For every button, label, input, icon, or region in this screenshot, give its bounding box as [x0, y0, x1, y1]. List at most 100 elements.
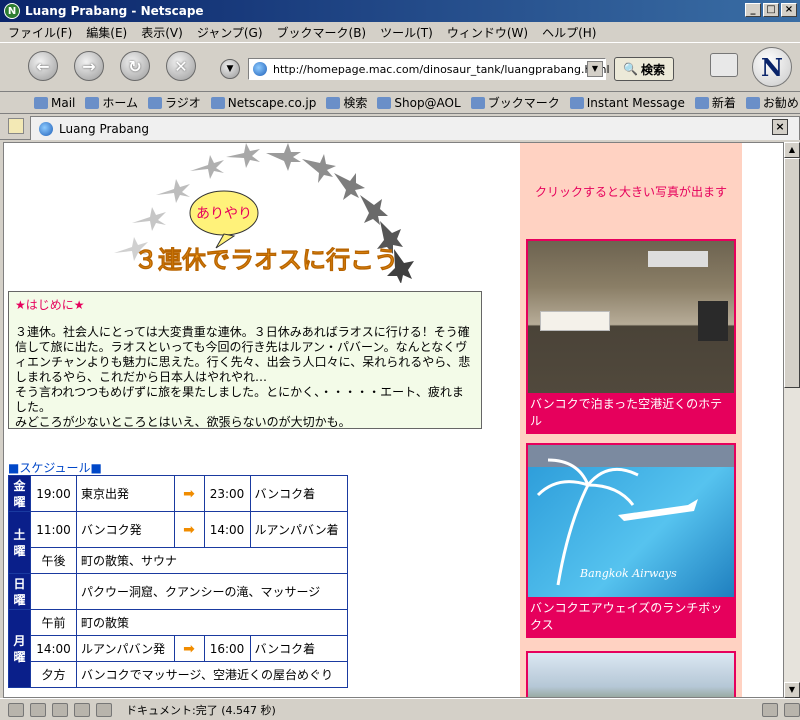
- pt-mail[interactable]: Mail: [34, 96, 75, 110]
- search-icon: [326, 96, 341, 109]
- photo-third[interactable]: [526, 651, 736, 697]
- intro-box: ★はじめに★ ３連休。社会人にとっては大変貴重な連休。３日休みあればラオスに行け…: [8, 291, 482, 429]
- mail-icon: [34, 96, 48, 109]
- click-note: クリックすると大きい写真が出ます: [534, 185, 727, 199]
- stop-button[interactable]: ✕: [166, 51, 196, 81]
- menu-window[interactable]: ウィンドウ(W): [447, 24, 528, 41]
- minimize-button[interactable]: _: [745, 3, 761, 17]
- menu-bar: ファイル(F) 編集(E) 表示(V) ジャンプ(G) ブックマーク(B) ツー…: [0, 22, 800, 42]
- tab-luang-prabang[interactable]: Luang Prabang: [30, 116, 800, 140]
- photo-lunchbox[interactable]: Bangkok Airways バンコクエアウェイズのランチボックス: [526, 443, 736, 638]
- navigator-icon[interactable]: [8, 702, 24, 717]
- table-row: 14:00 ルアンパバン発 ➡ 16:00 バンコク着: [9, 635, 348, 662]
- navigation-toolbar: ← → ↻ ✕ ▼ http://homepage.mac.com/dinosa…: [0, 42, 800, 92]
- menu-bookmarks[interactable]: ブックマーク(B): [277, 24, 367, 41]
- table-row: 月曜 午前 町の散策: [8, 609, 348, 688]
- photo-caption: バンコクエアウェイズのランチボックス: [528, 597, 734, 636]
- close-tab-button[interactable]: ×: [772, 119, 788, 135]
- pt-radio[interactable]: ラジオ: [148, 94, 201, 111]
- netscape-icon: N: [4, 3, 20, 19]
- reload-button[interactable]: ↻: [120, 51, 150, 81]
- status-bar: ドキュメント:完了 (4.547 秒): [0, 698, 800, 720]
- url-dropdown-button[interactable]: ▼: [587, 61, 603, 77]
- vertical-scrollbar[interactable]: ▲ ▼: [784, 142, 800, 698]
- intro-body: ３連休。社会人にとっては大変貴重な連休。３日休みあればラオスに行ける！そう確信し…: [15, 325, 471, 384]
- back-button[interactable]: ←: [28, 51, 58, 81]
- day-cell: 金曜: [8, 475, 31, 512]
- print-icon[interactable]: [710, 53, 738, 77]
- schedule-heading: ■スケジュール■: [8, 461, 102, 475]
- scroll-thumb[interactable]: [784, 158, 800, 388]
- go-button[interactable]: ▼: [220, 59, 240, 79]
- pt-shop[interactable]: Shop@AOL: [377, 96, 461, 110]
- home-icon: [85, 96, 100, 109]
- svg-text:Bangkok Airways: Bangkok Airways: [579, 567, 677, 580]
- pt-recommended[interactable]: お勧め: [745, 94, 799, 111]
- schedule-table: 金曜 19:00 東京出発 ➡ 23:00 バンコク着 土曜 11:00 バンコ…: [8, 475, 348, 688]
- arrow-icon: ➡: [173, 475, 205, 512]
- url-text: http://homepage.mac.com/dinosaur_tank/lu…: [273, 62, 610, 76]
- shop-icon: [377, 96, 392, 109]
- pt-instant-message[interactable]: Instant Message: [569, 96, 685, 110]
- banner-graphic: ありやり ３連休でラオスに行こう: [114, 143, 414, 283]
- arrow-icon: ➡: [173, 635, 205, 662]
- scroll-up-button[interactable]: ▲: [784, 142, 800, 158]
- forward-button[interactable]: →: [74, 51, 104, 81]
- radio-icon: [148, 96, 163, 109]
- pt-home[interactable]: ホーム: [85, 94, 138, 111]
- page-globe-icon: [253, 62, 267, 76]
- day-cell: 日曜: [8, 573, 31, 610]
- menu-view[interactable]: 表示(V): [141, 24, 183, 41]
- search-button[interactable]: 🔍 検索: [614, 57, 674, 81]
- aim-icon[interactable]: [52, 702, 68, 717]
- menu-edit[interactable]: 編集(E): [86, 24, 127, 41]
- lunchbox-photo[interactable]: Bangkok Airways: [528, 445, 734, 597]
- intro-heading: ★はじめに★: [15, 298, 85, 312]
- photo-caption: バンコクで泊まった空港近くのホテル: [528, 393, 734, 432]
- photo-hotel[interactable]: バンコクで泊まった空港近くのホテル: [526, 239, 736, 434]
- pt-bookmarks[interactable]: ブックマーク: [470, 94, 560, 111]
- menu-file[interactable]: ファイル(F): [8, 24, 72, 41]
- my-netscape-icon: [210, 96, 225, 109]
- window-title: Luang Prabang - Netscape: [25, 4, 204, 18]
- close-button[interactable]: ×: [781, 3, 797, 17]
- photo-sidebar: クリックすると大きい写真が出ます バンコクで泊まった空港近くのホテル Bangk…: [520, 143, 742, 697]
- composer-icon[interactable]: [74, 702, 90, 717]
- tab-bar: Luang Prabang ×: [0, 114, 800, 140]
- banner-headline: ３連休でラオスに行こう: [134, 246, 398, 274]
- page-content[interactable]: ありやり ３連休でラオスに行こう ★はじめに★ ３連休。社会人にとっては大変貴重…: [3, 142, 784, 698]
- maximize-button[interactable]: □: [763, 3, 779, 17]
- menu-tools[interactable]: ツール(T): [380, 24, 433, 41]
- scroll-down-button[interactable]: ▼: [784, 682, 800, 698]
- table-row: 土曜 11:00 バンコク発 ➡ 14:00 ルアンパバン着: [8, 511, 348, 574]
- status-text: ドキュメント:完了 (4.547 秒): [126, 703, 276, 717]
- pt-search[interactable]: 検索: [326, 94, 367, 111]
- table-row: 日曜 パクウー洞窟、クアンシーの滝、マッサージ: [8, 573, 348, 610]
- day-cell: 月曜: [8, 609, 31, 688]
- new-tab-icon[interactable]: [8, 118, 24, 134]
- palm-tree-icon: Bangkok Airways: [536, 458, 698, 586]
- link-icon: [569, 96, 584, 109]
- menu-help[interactable]: ヘルプ(H): [542, 24, 596, 41]
- url-bar[interactable]: http://homepage.mac.com/dinosaur_tank/lu…: [248, 58, 610, 80]
- folder-icon: [470, 96, 485, 109]
- link-icon: [745, 96, 760, 109]
- search-button-label: 検索: [640, 62, 665, 77]
- mail-icon[interactable]: [30, 702, 46, 717]
- intro-body-2: そう言われつつもめげずに旅を果たしました。とにかく、・・・・・エート、疲れました…: [15, 385, 464, 414]
- title-bar: N Luang Prabang - Netscape _ □ ×: [0, 0, 800, 22]
- netscape-logo[interactable]: N: [752, 47, 792, 87]
- table-row: 金曜 19:00 東京出発 ➡ 23:00 バンコク着: [8, 475, 348, 512]
- security-lock-icon: [784, 702, 800, 717]
- hotel-room-photo[interactable]: [528, 241, 734, 393]
- online-status-icon[interactable]: [762, 702, 778, 717]
- table-row: 夕方 バンコクでマッサージ、空港近くの屋台めぐり: [9, 661, 348, 688]
- pt-netscape[interactable]: Netscape.co.jp: [210, 96, 316, 110]
- pt-new[interactable]: 新着: [694, 94, 736, 111]
- menu-go[interactable]: ジャンプ(G): [197, 24, 263, 41]
- day-cell: 土曜: [8, 511, 31, 574]
- personal-toolbar: Mail ホーム ラジオ Netscape.co.jp 検索 Shop@AOL …: [0, 92, 800, 114]
- tab-title: Luang Prabang: [59, 121, 149, 136]
- address-book-icon[interactable]: [96, 702, 112, 717]
- landscape-photo[interactable]: [528, 653, 734, 697]
